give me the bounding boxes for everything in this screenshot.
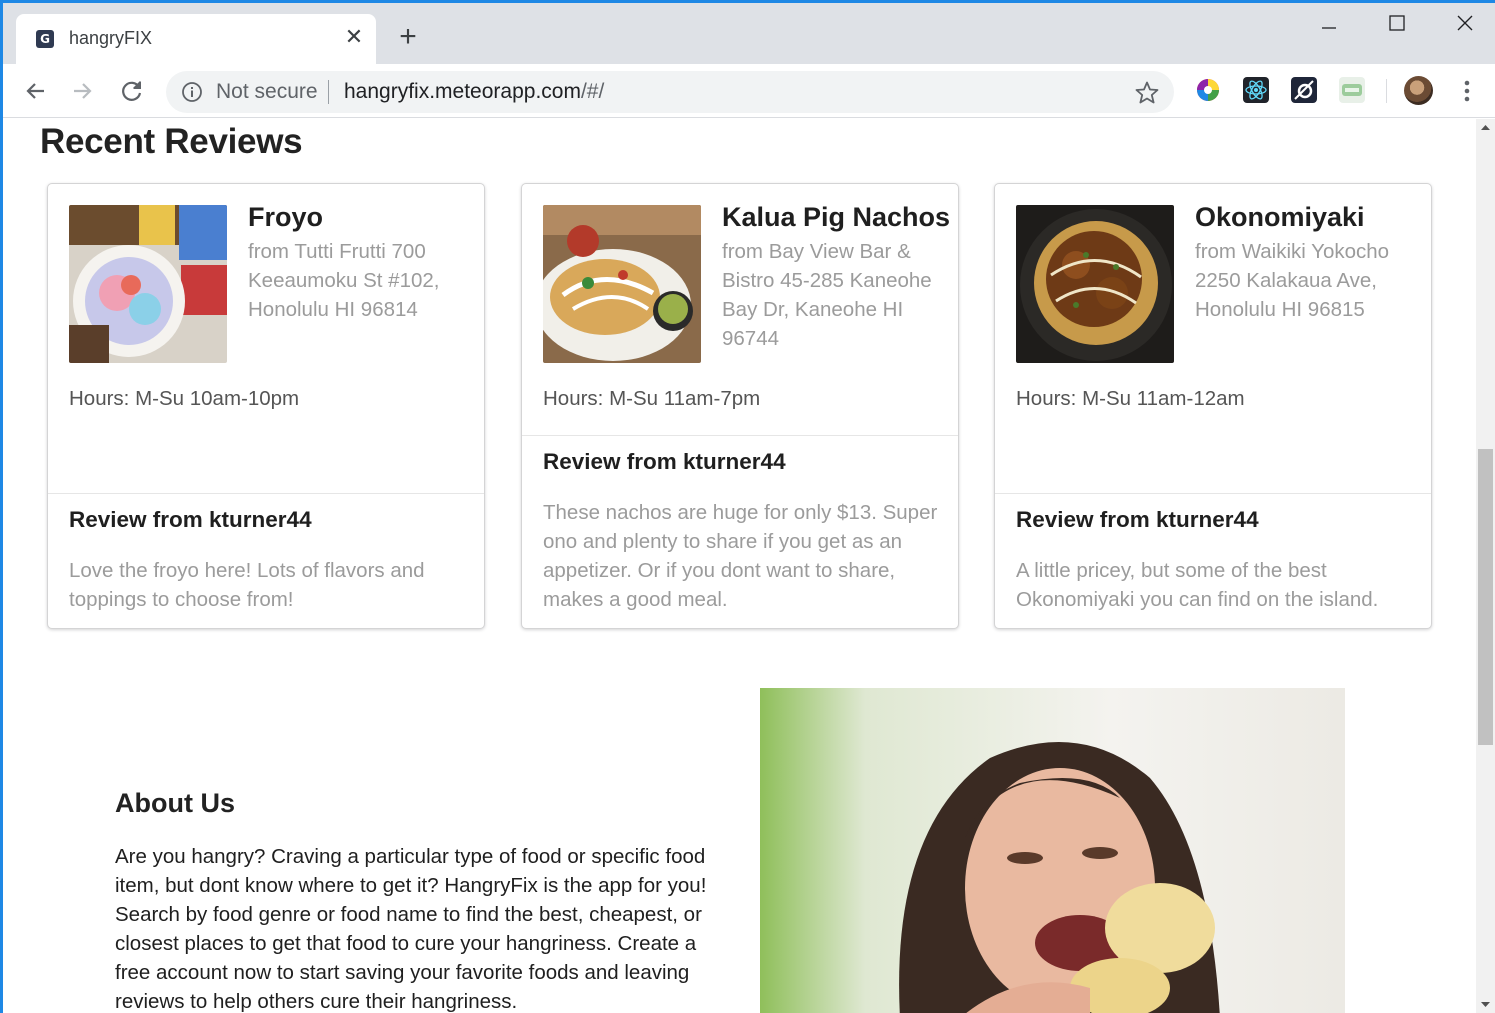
back-arrow-icon xyxy=(26,83,44,99)
sage-icon[interactable] xyxy=(1339,77,1365,103)
close-window-button[interactable] xyxy=(1445,11,1485,41)
card-divider xyxy=(48,493,484,494)
star-icon[interactable] xyxy=(1134,80,1160,106)
food-image-froyo xyxy=(69,205,227,363)
hours-text: Hours: M-Su 11am-7pm xyxy=(543,387,761,410)
about-title: About Us xyxy=(115,788,235,818)
review-card[interactable]: Kalua Pig Nachos from Bay View Bar & Bis… xyxy=(521,183,959,629)
maximize-icon xyxy=(1389,15,1405,31)
tab-hangryfix[interactable]: G hangryFIX ✕ xyxy=(16,14,376,64)
food-name[interactable]: Okonomiyaki xyxy=(1195,202,1365,233)
url-path: /#/ xyxy=(580,80,605,103)
review-title: Review from kturner44 xyxy=(1016,507,1259,532)
back-button[interactable] xyxy=(20,75,52,107)
reload-icon xyxy=(122,81,142,101)
card-divider xyxy=(995,493,1431,494)
page-scrollbar[interactable] xyxy=(1476,119,1495,1013)
restaurant-info: from Tutti Frutti 700 Keeaumoku St #102,… xyxy=(248,240,440,321)
reload-button[interactable] xyxy=(116,75,148,107)
url-text[interactable]: hangryfix.meteorapp.com/#/ xyxy=(344,80,604,104)
window-border xyxy=(0,0,3,1013)
restaurant-info: from Bay View Bar & Bistro 45-285 Kaneoh… xyxy=(722,240,932,350)
tab-title: hangryFIX xyxy=(69,28,153,48)
forward-button[interactable] xyxy=(67,75,99,107)
new-tab-button[interactable]: + xyxy=(395,22,421,52)
card-divider xyxy=(522,435,958,436)
info-icon[interactable] xyxy=(181,81,203,103)
food-image-okonomiyaki xyxy=(1016,205,1174,363)
review-title: Review from kturner44 xyxy=(543,449,786,474)
food-name[interactable]: Froyo xyxy=(248,202,323,233)
review-title: Review from kturner44 xyxy=(69,507,312,532)
page-content: Recent Reviews Froyo from Tutti Frutti 7… xyxy=(3,119,1476,1013)
color-wheel-icon[interactable] xyxy=(1195,77,1221,103)
address-bar[interactable]: Not secure hangryfix.meteorapp.com/#/ xyxy=(166,71,1174,113)
scroll-down-icon xyxy=(1481,1002,1490,1007)
review-text: These nachos are huge for only $13. Supe… xyxy=(543,501,938,611)
kebab-menu-icon[interactable] xyxy=(1455,77,1479,105)
url-host: hangryfix.meteorapp.com xyxy=(344,80,581,103)
scroll-up-icon xyxy=(1481,125,1490,130)
close-tab-icon[interactable]: ✕ xyxy=(342,26,366,50)
toolbar-divider xyxy=(1386,79,1387,103)
tab-strip: G hangryFIX ✕ + xyxy=(0,3,1495,64)
omnibox-divider xyxy=(328,80,329,104)
review-text: A little pricey, but some of the best Ok… xyxy=(1016,559,1379,611)
scrollbar-thumb[interactable] xyxy=(1478,449,1493,745)
meteor-icon[interactable] xyxy=(1291,77,1317,103)
food-name[interactable]: Kalua Pig Nachos xyxy=(722,202,950,233)
restaurant-info: from Waikiki Yokocho 2250 Kalakaua Ave, … xyxy=(1195,240,1390,321)
review-card[interactable]: Okonomiyaki from Waikiki Yokocho 2250 Ka… xyxy=(994,183,1432,629)
maximize-button[interactable] xyxy=(1377,11,1417,41)
minimize-button[interactable] xyxy=(1309,11,1349,41)
browser-chrome: G hangryFIX ✕ + Not secure hangryfix.met… xyxy=(0,0,1495,118)
hours-text: Hours: M-Su 11am-12am xyxy=(1016,387,1245,410)
react-icon[interactable] xyxy=(1243,77,1269,103)
hours-text: Hours: M-Su 10am-10pm xyxy=(69,387,300,410)
minimize-icon xyxy=(1322,27,1336,29)
favicon-icon: G xyxy=(36,30,54,48)
about-image xyxy=(760,688,1345,1013)
security-status[interactable]: Not secure xyxy=(216,80,318,104)
food-image-nachos xyxy=(543,205,701,363)
close-icon xyxy=(1457,15,1473,31)
browser-toolbar: Not secure hangryfix.meteorapp.com/#/ xyxy=(0,64,1495,118)
review-card[interactable]: Froyo from Tutti Frutti 700 Keeaumoku St… xyxy=(47,183,485,629)
review-text: Love the froyo here! Lots of flavors and… xyxy=(69,559,425,611)
profile-avatar[interactable] xyxy=(1404,76,1433,105)
forward-arrow-icon xyxy=(74,83,92,99)
page-title: Recent Reviews xyxy=(40,122,303,161)
about-text: Are you hangry? Craving a particular typ… xyxy=(115,845,707,1013)
